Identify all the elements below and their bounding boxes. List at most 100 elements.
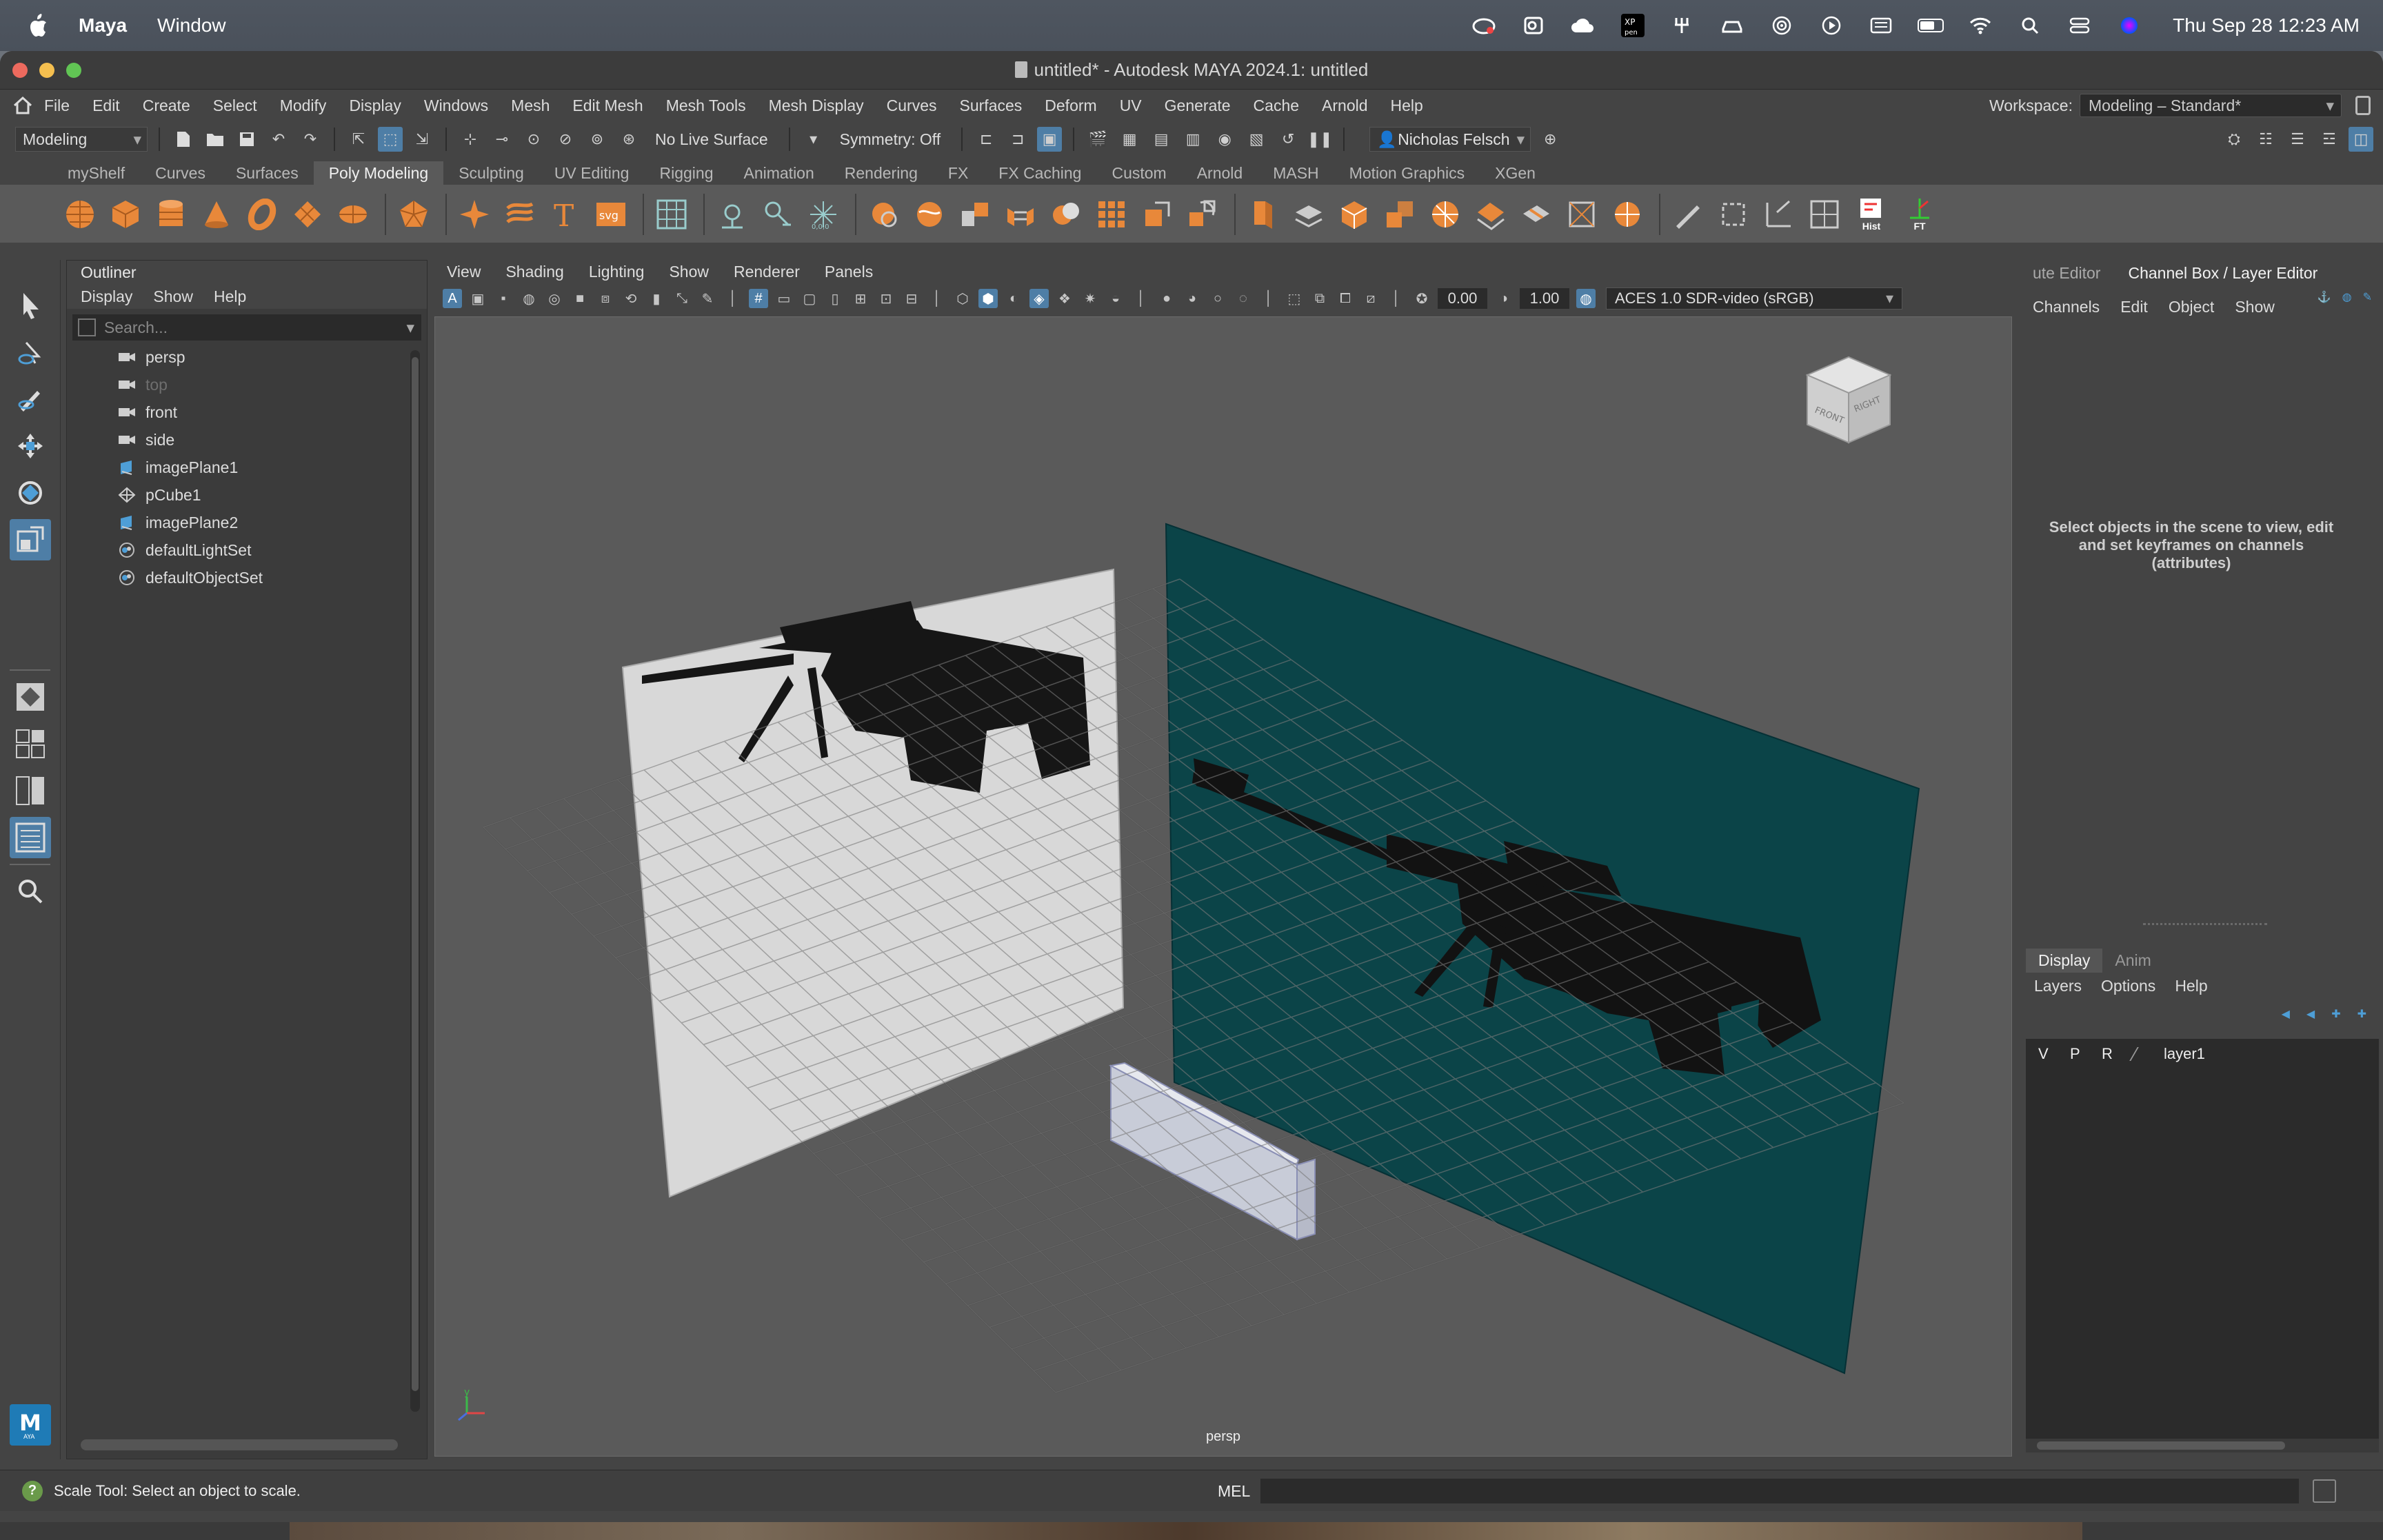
snap-live-icon[interactable]: ⊛ — [616, 127, 641, 152]
search-input[interactable]: Search... — [104, 318, 168, 337]
tab-arnold[interactable]: Arnold — [1182, 161, 1258, 185]
history-icon[interactable]: Hist — [1852, 196, 1891, 232]
textured-icon[interactable]: ❖ — [1055, 289, 1074, 308]
depth-of-field-icon[interactable]: ◌ — [1234, 289, 1253, 308]
image-plane-1[interactable] — [621, 568, 1125, 1198]
wireframe-icon[interactable]: ⬡ — [953, 289, 972, 308]
save-scene-icon[interactable] — [234, 127, 259, 152]
layer-menu-help[interactable]: Help — [2175, 977, 2207, 995]
menu-generate[interactable]: Generate — [1165, 97, 1231, 115]
move-layer-up-icon[interactable]: ◀ — [2282, 1007, 2290, 1021]
workspace-dropdown[interactable]: Modeling – Standard* — [2080, 94, 2342, 117]
outliner-menu-help[interactable]: Help — [214, 287, 246, 306]
outliner-item-side[interactable]: side — [67, 426, 427, 454]
wifi-icon[interactable] — [1967, 15, 1993, 36]
default-material-icon[interactable]: ◐ — [1004, 289, 1023, 308]
outliner-menu-show[interactable]: Show — [153, 287, 193, 306]
outliner-item-defaultObjectSet[interactable]: defaultObjectSet — [67, 564, 427, 591]
viewport-menu-view[interactable]: View — [447, 263, 481, 281]
menu-display[interactable]: Display — [349, 97, 401, 115]
layer-menu-layers[interactable]: Layers — [2034, 977, 2082, 995]
menu-edit-mesh[interactable]: Edit Mesh — [572, 97, 643, 115]
cloud-icon[interactable] — [1570, 15, 1596, 36]
scale-tool-icon[interactable] — [10, 519, 51, 560]
outliner-scrollbar[interactable] — [410, 350, 420, 1412]
menubar-clock[interactable]: Thu Sep 28 12:23 AM — [2173, 14, 2360, 37]
extract-icon[interactable] — [866, 196, 902, 232]
menu-curves[interactable]: Curves — [887, 97, 937, 115]
paint-select-tool-icon[interactable] — [10, 378, 51, 420]
bookmark-view-icon[interactable]: ▮ — [647, 289, 666, 308]
tab-channel-box[interactable]: Channel Box / Layer Editor — [2114, 264, 2331, 283]
snap-point-icon[interactable]: ⊙ — [521, 127, 546, 152]
learning-icon[interactable]: ⊕ — [1538, 127, 1562, 152]
snap-curve-icon[interactable]: ⊸ — [490, 127, 514, 152]
construction-history-icon[interactable]: ⊐ — [1005, 127, 1030, 152]
fill-hole-icon[interactable] — [1048, 196, 1084, 232]
tab-motion-graphics[interactable]: Motion Graphics — [1334, 161, 1480, 185]
apple-icon[interactable] — [28, 14, 48, 37]
menu-surfaces[interactable]: Surfaces — [960, 97, 1023, 115]
remesh-icon[interactable] — [1185, 196, 1220, 232]
sculpt-brush-icon[interactable] — [1670, 196, 1706, 232]
menu-mesh-tools[interactable]: Mesh Tools — [666, 97, 746, 115]
motion-blur-icon[interactable]: ◕ — [1183, 289, 1202, 308]
visibility-toggle[interactable]: V — [2038, 1045, 2070, 1063]
bookmark-icon[interactable]: ▪ — [494, 289, 513, 308]
camera-icon[interactable]: ■ — [570, 289, 590, 308]
outliner-layout-icon[interactable] — [10, 817, 51, 858]
menu-select[interactable]: Select — [213, 97, 257, 115]
outliner-search-bar[interactable]: Search... — [72, 314, 421, 341]
tab-fx-caching[interactable]: FX Caching — [983, 161, 1096, 185]
render-settings-icon[interactable]: ▤ — [1149, 127, 1174, 152]
mirror-icon[interactable] — [957, 196, 993, 232]
xray-joints-icon[interactable]: ⧠ — [1336, 289, 1355, 308]
exposure-icon[interactable]: ✪ — [1412, 289, 1431, 308]
command-input[interactable] — [1260, 1479, 2299, 1503]
arnold-refresh-icon[interactable]: ↺ — [1276, 127, 1300, 152]
outliner-item-top[interactable]: top — [67, 371, 427, 398]
new-layer-icon[interactable]: ✚ — [2331, 1007, 2340, 1021]
exposure-field[interactable]: 0.00 — [1438, 288, 1487, 309]
frame-selected-icon[interactable]: ⟲ — [621, 289, 641, 308]
maya-logo-icon[interactable]: M AYA — [10, 1404, 51, 1446]
undo-icon[interactable]: ↶ — [266, 127, 291, 152]
rotate-tool-icon[interactable] — [10, 472, 51, 514]
use-all-lights-icon[interactable]: ✷ — [1080, 289, 1100, 308]
snap-view-icon[interactable]: ⊘ — [553, 127, 578, 152]
two-view-layout-icon[interactable] — [10, 770, 51, 811]
playback-toggle[interactable]: P — [2070, 1045, 2102, 1063]
select-tool-icon[interactable] — [10, 285, 51, 326]
connect-icon[interactable] — [1609, 196, 1645, 232]
bridge-icon[interactable] — [1003, 196, 1038, 232]
super-shape-icon[interactable] — [456, 196, 492, 232]
outliner-item-pCube1[interactable]: pCube1 — [67, 481, 427, 509]
menu-mesh[interactable]: Mesh — [511, 97, 550, 115]
bevel-icon[interactable] — [1291, 196, 1327, 232]
view-cube[interactable]: FRONT RIGHT — [1805, 356, 1892, 444]
car-icon[interactable] — [1719, 15, 1745, 36]
render-view-icon[interactable]: ▣ — [1037, 127, 1063, 152]
uv-editor-icon[interactable] — [654, 196, 690, 232]
3d-scene-view[interactable]: FRONT RIGHT y persp — [434, 316, 2012, 1457]
pin-icon[interactable]: ⚓ — [2317, 290, 2331, 304]
attribute-editor-icon[interactable]: ☷ — [2253, 127, 2278, 152]
grid-toggle-icon[interactable]: # — [749, 289, 768, 308]
pause-icon[interactable]: ❚❚ — [1307, 127, 1333, 152]
tab-animation[interactable]: Animation — [728, 161, 829, 185]
bridge-faces-icon[interactable] — [1336, 196, 1372, 232]
menu-arnold[interactable]: Arnold — [1322, 97, 1367, 115]
type-text-icon[interactable]: T — [547, 196, 583, 232]
tab-poly-modeling[interactable]: Poly Modeling — [313, 161, 444, 185]
layer-menu-options[interactable]: Options — [2101, 977, 2155, 995]
select-camera-icon[interactable]: A — [443, 289, 462, 308]
multi-cut-icon[interactable] — [1518, 196, 1554, 232]
boolean-icon[interactable] — [912, 196, 947, 232]
poly-disc-icon[interactable] — [335, 196, 371, 232]
reduce-icon[interactable] — [1094, 196, 1129, 232]
app-menu-maya[interactable]: Maya — [79, 14, 127, 37]
select-components-icon[interactable]: ⇲ — [410, 127, 434, 152]
poly-cube-icon[interactable] — [108, 196, 143, 232]
cable-icon[interactable] — [1669, 15, 1696, 36]
creative-cloud-icon[interactable] — [1471, 15, 1497, 36]
